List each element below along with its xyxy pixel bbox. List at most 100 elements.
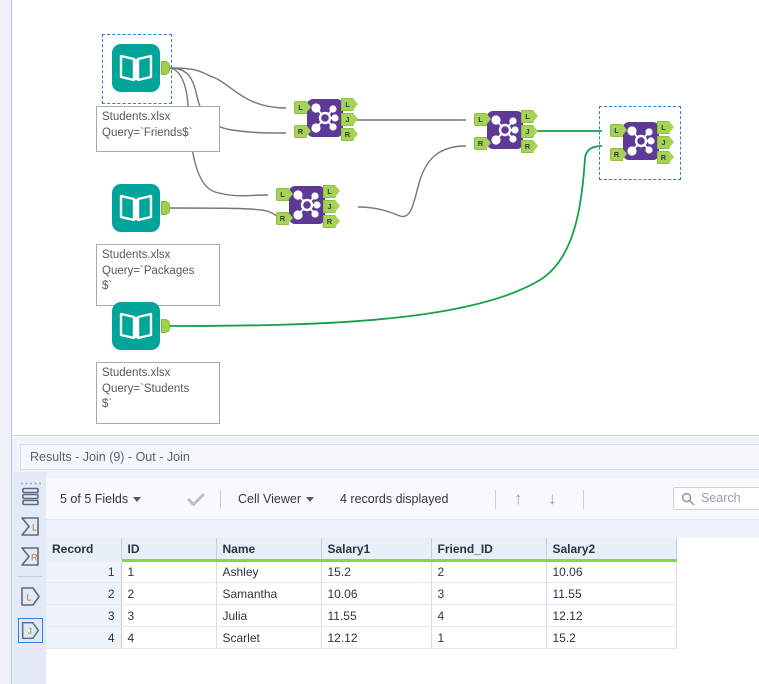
join-output-port-J[interactable]: J [323,200,340,213]
apply-check-button[interactable] [187,478,205,520]
cell-id[interactable]: 4 [121,626,217,649]
column-header-name[interactable]: Name [216,538,322,562]
join-input-port-R[interactable]: R [610,148,627,161]
table-row[interactable]: 2 2 Samantha 10.06 3 11.55 [46,582,677,605]
fields-dropdown[interactable]: 5 of 5 Fields [60,478,142,520]
join-node-3[interactable]: L R L J R [473,107,538,157]
cell-name[interactable]: Ashley [216,560,322,583]
chevron-down-icon [133,497,142,503]
join-output-port-R[interactable]: R [341,128,358,141]
join-node-2[interactable]: L R L J R [275,182,340,232]
results-panel: Results - Join (9) - Out - Join 5 of 5 F… [0,437,759,684]
table-row[interactable]: 1 1 Ashley 15.2 2 10.06 [46,560,677,583]
join-input-port-R[interactable]: R [474,137,491,150]
cell-name[interactable]: Julia [216,604,322,627]
cell-id[interactable]: 2 [121,582,217,605]
join-output-port-L[interactable]: L [521,110,538,123]
output-join-icon[interactable]: J [18,618,43,643]
results-left-rail [0,437,12,684]
cell-salary2[interactable]: 12.12 [546,604,677,627]
search-input[interactable]: Search [673,487,759,510]
results-table-container[interactable]: Record ID Name Salary1 Friend_ID Salary2… [46,538,759,684]
table-view-icon[interactable] [18,484,43,509]
cell-friend-id[interactable]: 4 [431,604,547,627]
column-header-id[interactable]: ID [121,538,217,562]
join-output-port-L[interactable]: L [657,121,674,134]
cell-friend-id[interactable]: 1 [431,626,547,649]
results-table: Record ID Name Salary1 Friend_ID Salary2… [46,538,677,649]
table-row[interactable]: 4 4 Scarlet 12.12 1 15.2 [46,626,677,649]
join-output-port-R[interactable]: R [323,215,340,228]
annotation-friends[interactable]: Students.xlsx Query=`Friends$` [96,106,220,152]
cell-name[interactable]: Samantha [216,582,322,605]
cell-record: 1 [46,560,122,583]
icon-rail-divider [17,576,42,577]
excel-book-icon [112,184,160,232]
join-output-port-J[interactable]: J [521,125,538,138]
output-port[interactable] [161,319,170,333]
join-input-port-L[interactable]: L [276,188,293,201]
join-output-port-J[interactable]: J [657,136,674,149]
cell-salary1[interactable]: 15.2 [321,560,432,583]
svg-text:J: J [28,627,32,636]
join-output-port-J[interactable]: J [341,113,358,126]
svg-text:L: L [32,523,37,533]
join-input-port-L[interactable]: L [294,101,311,114]
join-output-port-R[interactable]: R [521,140,538,153]
join-input-port-L[interactable]: L [474,113,491,126]
join-output-port-R[interactable]: R [657,151,674,164]
toolbar-separator-1 [220,490,221,509]
chevron-down-icon [306,497,314,503]
results-view-switcher: L R L J [13,472,46,684]
join-input-port-L[interactable]: L [610,124,627,137]
cell-name[interactable]: Scarlet [216,626,322,649]
cell-salary2[interactable]: 15.2 [546,626,677,649]
annotation-students[interactable]: Students.xlsx Query=`Students $` [96,362,220,424]
excel-book-icon [112,44,160,92]
column-header-friend-id[interactable]: Friend_ID [431,538,547,562]
input-node-friends[interactable] [102,34,172,104]
join-output-port-L[interactable]: L [341,98,358,111]
column-header-salary1[interactable]: Salary1 [321,538,432,562]
join-input-port-R[interactable]: R [276,212,293,225]
input-right-icon[interactable]: R [18,544,43,569]
cell-friend-id[interactable]: 2 [431,560,547,583]
results-toolbar: 5 of 5 Fields Cell Viewer 4 records disp… [20,478,759,520]
cell-id[interactable]: 3 [121,604,217,627]
output-left-icon[interactable]: L [18,584,43,609]
cell-viewer-dropdown[interactable]: Cell Viewer [238,478,314,520]
table-row[interactable]: 3 3 Julia 11.55 4 12.12 [46,604,677,627]
table-header-row: Record ID Name Salary1 Friend_ID Salary2 [46,538,677,562]
join-node-1[interactable]: L R L J R [293,95,358,145]
svg-text:L: L [27,593,32,603]
output-port[interactable] [161,61,170,75]
toolbar-separator-2 [495,490,496,509]
cell-salary1[interactable]: 12.12 [321,626,432,649]
input-node-students[interactable] [104,294,170,358]
cell-friend-id[interactable]: 3 [431,582,547,605]
arrow-up-icon[interactable]: ↑ [514,478,523,520]
cell-salary2[interactable]: 10.06 [546,560,677,583]
cell-record: 2 [46,582,122,605]
results-title: Results - Join (9) - Out - Join [20,444,759,470]
join-output-port-L[interactable]: L [323,185,340,198]
input-node-packages[interactable] [104,176,170,240]
arrow-down-icon[interactable]: ↓ [548,478,557,520]
canvas-left-rail [0,0,12,437]
output-port[interactable] [161,201,170,215]
column-header-salary2[interactable]: Salary2 [546,538,677,562]
toolbar-separator-3 [583,490,584,509]
cell-id[interactable]: 1 [121,560,217,583]
cell-salary1[interactable]: 11.55 [321,604,432,627]
drag-grip-icon[interactable] [18,474,43,485]
cell-record: 4 [46,626,122,649]
join-node-9[interactable]: L R L J R [599,106,681,180]
cell-salary1[interactable]: 10.06 [321,582,432,605]
cell-viewer-label: Cell Viewer [238,492,301,506]
cell-salary2[interactable]: 11.55 [546,582,677,605]
input-left-icon[interactable]: L [18,514,43,539]
column-header-record[interactable]: Record [46,538,122,562]
join-input-port-R[interactable]: R [294,125,311,138]
workflow-canvas[interactable]: Students.xlsx Query=`Friends$` Students.… [0,0,759,437]
excel-book-icon [112,302,160,350]
